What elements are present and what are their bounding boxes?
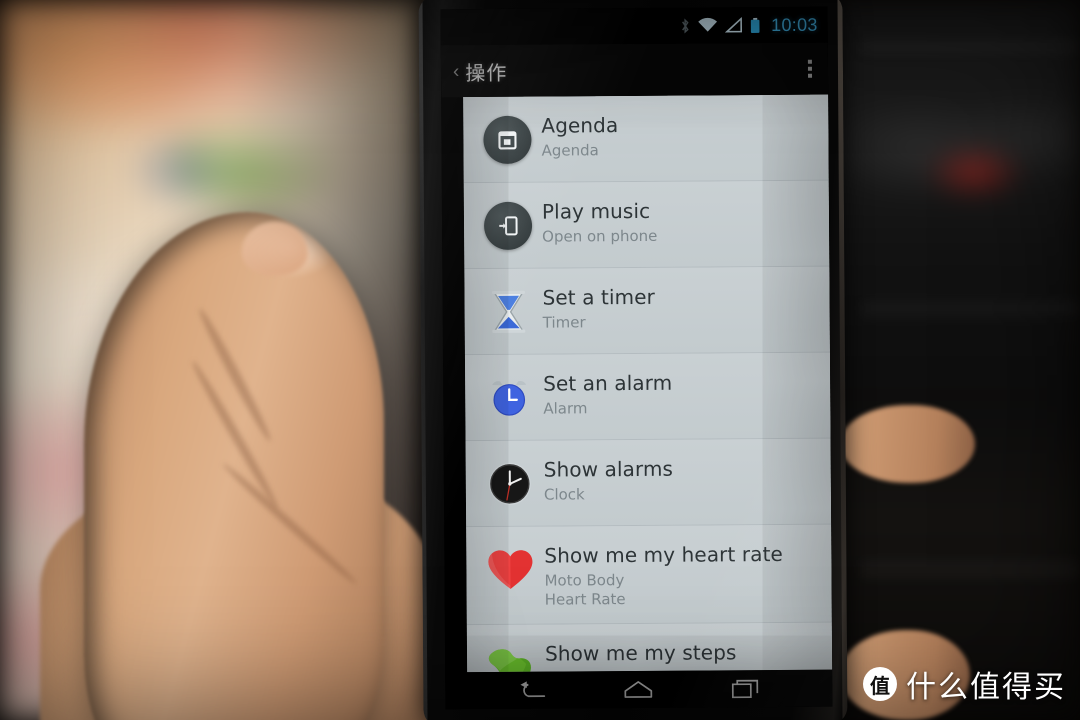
thumb xyxy=(84,212,384,720)
overflow-menu-icon[interactable] xyxy=(807,59,813,78)
list-item-text: Show alarms Clock xyxy=(544,455,674,505)
list-item[interactable]: Show me my heart rate Moto Body Heart Ra… xyxy=(466,524,832,625)
list-item-title: Show me my steps xyxy=(544,639,737,666)
list-item-icon xyxy=(483,639,539,673)
list-item-title: Set a timer xyxy=(542,284,655,310)
background-band-1 xyxy=(860,40,1080,54)
home-nav-icon[interactable] xyxy=(624,678,654,700)
watermark-badge: 值 xyxy=(863,667,897,701)
phone-screen: 10:03 ‹ 操作 Agenda Agenda Play music Open… xyxy=(440,6,833,710)
watermark-text: 什么值得买 xyxy=(906,670,1066,705)
index-finger xyxy=(840,405,975,483)
list-item-text: Set an alarm Alarm xyxy=(543,369,672,419)
list-item-icon xyxy=(480,284,536,340)
list-item[interactable]: Set a timer Timer xyxy=(464,266,830,356)
phone-device: 10:03 ‹ 操作 Agenda Agenda Play music Open… xyxy=(418,0,848,720)
back-nav-icon[interactable] xyxy=(518,679,546,701)
list-item-text: Agenda Agenda xyxy=(541,111,618,160)
list-item-text: Play music Open on phone xyxy=(542,197,658,247)
alarm-clock-icon xyxy=(492,380,527,416)
list-item-icon xyxy=(482,542,538,598)
list-item[interactable]: Show me my steps Moto Body Steps xyxy=(466,622,833,673)
list-item-icon xyxy=(481,370,537,426)
background-band-2 xyxy=(860,300,1080,316)
analog-clock-icon xyxy=(488,462,531,505)
list-item-subtitle: Timer xyxy=(542,313,586,332)
list-item-icon xyxy=(482,456,538,512)
heart-icon xyxy=(488,550,533,589)
recents-nav-icon[interactable] xyxy=(731,678,759,700)
photo-scene: 10:03 ‹ 操作 Agenda Agenda Play music Open… xyxy=(0,0,1080,720)
list-item-subtitle-2: Heart Rate xyxy=(544,589,626,609)
list-item-subtitle: Clock xyxy=(543,485,585,504)
list-item[interactable]: Agenda Agenda xyxy=(463,94,829,184)
actions-list[interactable]: Agenda Agenda Play music Open on phone S… xyxy=(463,94,833,673)
list-item-title: Set an alarm xyxy=(543,370,673,396)
background-band-3 xyxy=(860,560,1080,578)
footprint-shoe-icon xyxy=(488,648,531,673)
list-item-title: Show me my heart rate xyxy=(544,541,783,568)
list-item[interactable]: Show alarms Clock xyxy=(465,438,832,528)
list-item-subtitle: Alarm xyxy=(543,399,588,418)
wifi-icon xyxy=(698,17,718,32)
list-item-subtitle: Agenda xyxy=(541,141,599,160)
list-item-title: Show alarms xyxy=(543,456,674,482)
list-item-subtitle: Open on phone xyxy=(542,226,658,246)
hourglass-timer-icon xyxy=(492,290,526,333)
list-item[interactable]: Set an alarm Alarm xyxy=(464,352,831,442)
bluetooth-icon xyxy=(682,17,690,33)
thumbnail xyxy=(242,222,308,276)
open-on-phone-icon xyxy=(483,201,533,251)
back-chevron-icon[interactable]: ‹ xyxy=(453,61,459,82)
list-item-icon xyxy=(479,112,535,168)
list-item-text: Set a timer Timer xyxy=(542,283,655,333)
list-item-title: Play music xyxy=(541,198,651,224)
list-item-icon xyxy=(480,198,536,254)
list-item-text: Show me my steps Moto Body Steps xyxy=(545,638,737,672)
list-item-subtitle: Moto Body xyxy=(544,571,625,590)
battery-icon xyxy=(751,17,760,33)
action-bar: ‹ 操作 xyxy=(440,42,829,98)
list-item-title: Agenda xyxy=(541,113,619,138)
watermark: 值 什么值得买 xyxy=(863,662,1066,706)
calendar-icon xyxy=(483,115,532,165)
list-item[interactable]: Play music Open on phone xyxy=(463,180,830,270)
navigation-bar xyxy=(445,669,833,710)
status-bar-clock: 10:03 xyxy=(771,14,818,35)
cellular-signal-icon xyxy=(725,17,743,33)
status-bar: 10:03 xyxy=(440,6,828,46)
list-item-text: Show me my heart rate Moto Body Heart Ra… xyxy=(544,540,783,609)
page-title: 操作 xyxy=(465,60,508,85)
